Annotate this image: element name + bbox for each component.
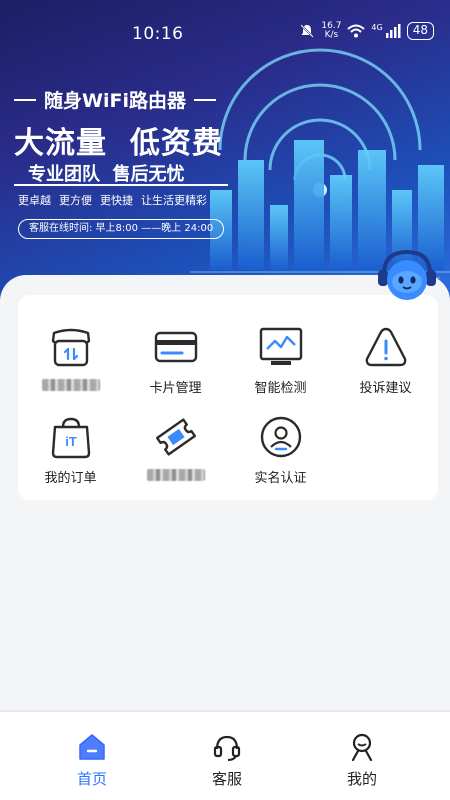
- service-hours: 客服在线时间: 早上8:00 ——晚上 24:00: [18, 219, 225, 239]
- menu-item-my-orders[interactable]: iT 我的订单: [18, 413, 123, 498]
- divider: [14, 98, 36, 101]
- status-icons: 16.7 K/s 4G 48: [299, 22, 434, 40]
- menu-label: 实名认证: [254, 471, 307, 486]
- network-speed: 16.7 K/s: [321, 22, 341, 40]
- ticket-icon: [155, 418, 196, 456]
- menu-card: 卡片管理 智能检测 投诉建议 iT 我的订单 实名认证: [18, 295, 438, 500]
- headset-icon: [213, 735, 241, 761]
- menu-item-card-management[interactable]: 卡片管理: [123, 323, 228, 408]
- menu-label: 投诉建议: [359, 381, 412, 396]
- hero-tagline: 专业团队 售后无忧: [28, 164, 185, 185]
- wifi-icon: [347, 24, 366, 38]
- menu-label: 卡片管理: [149, 381, 202, 396]
- hero-underline: [14, 184, 228, 186]
- svg-text:iT: iT: [65, 434, 77, 449]
- divider: [193, 98, 216, 101]
- menu-item-real-name[interactable]: 实名认证: [228, 413, 333, 498]
- feature-text: 更快捷: [100, 194, 133, 207]
- bottom-nav: 首页 客服 我的: [0, 710, 450, 800]
- menu-label: 我的订单: [44, 471, 97, 486]
- hero-subtitle-row: 随身WiFi路由器: [14, 86, 216, 113]
- shop-icon: [51, 328, 90, 367]
- bag-icon: iT: [51, 417, 90, 459]
- menu-item-ticket[interactable]: [123, 413, 228, 498]
- menu-item-smart-detection[interactable]: 智能检测: [228, 323, 333, 408]
- menu-item-complaint[interactable]: 投诉建议: [333, 323, 438, 408]
- nav-label: 我的: [346, 770, 377, 788]
- mute-bell-icon: [300, 24, 315, 38]
- feature-text: 更方便: [59, 194, 92, 207]
- assistant-bot-button[interactable]: [374, 244, 440, 310]
- card-icon: [154, 331, 197, 363]
- nav-label: 首页: [76, 770, 107, 788]
- nav-profile[interactable]: 我的: [307, 732, 417, 789]
- feature-text: 让生活更精彩: [141, 194, 207, 207]
- hero-features: 更卓越 更方便 更快捷 让生活更精彩: [18, 192, 207, 208]
- user-circle-icon: [260, 416, 301, 458]
- menu-label: 智能检测: [254, 381, 307, 396]
- network-type: 4G: [371, 22, 383, 32]
- warning-icon: [365, 327, 406, 367]
- monitor-icon: [259, 327, 302, 365]
- hero-title: 大流量 低资费: [14, 126, 223, 161]
- home-icon: [79, 734, 105, 760]
- battery-level: 48: [406, 22, 434, 40]
- nav-home[interactable]: 首页: [37, 732, 147, 789]
- status-bar: 10:16 16.7 K/s 4G 48: [0, 0, 450, 64]
- obscured-label: [41, 379, 100, 391]
- obscured-label: [146, 469, 205, 481]
- status-time: 10:16: [132, 24, 184, 44]
- feature-text: 更卓越: [18, 194, 51, 207]
- signal-icon: [385, 24, 401, 38]
- menu-item-shop[interactable]: [18, 323, 123, 408]
- nav-label: 客服: [211, 770, 242, 788]
- content-panel: 卡片管理 智能检测 投诉建议 iT 我的订单 实名认证: [0, 275, 450, 715]
- hero-subtitle: 随身WiFi路由器: [44, 90, 186, 112]
- profile-icon: [351, 733, 373, 762]
- nav-service[interactable]: 客服: [172, 732, 282, 789]
- speed-unit: K/s: [324, 30, 339, 40]
